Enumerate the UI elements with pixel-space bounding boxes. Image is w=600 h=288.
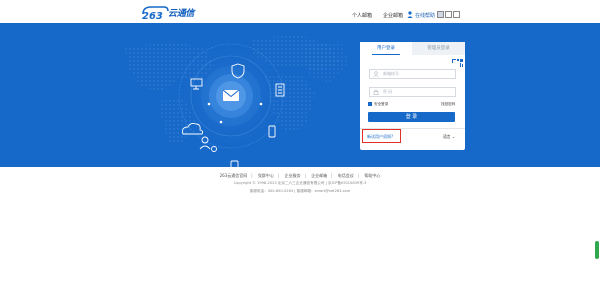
footer-contact: 客服电话：400-650-0263 | 客服邮箱：smart@net263.co… [249,189,351,193]
footer-link-official[interactable]: 263云通信官网 [220,173,248,178]
chevron-down-icon: ⌄ [451,134,455,139]
password-field[interactable]: 密 码 [369,87,456,97]
footer-link-service[interactable]: 企业服务 [285,173,301,178]
username-field[interactable]: 邮箱帐号 [369,69,456,79]
side-feedback-tab[interactable] [595,241,599,259]
footer-copyright: Copyright © 1998-2023 北京二六三企业通信有限公司 | 京I… [233,181,367,185]
login-button[interactable]: 登 录 [368,112,455,122]
language-label: 语言 [443,134,451,139]
footer-links: 263云通信官网 | 党群中心 | 企业服务 | 企业邮箱 | 电话会议 | 帮助中心 [219,173,381,178]
nav-enterprise-mail[interactable]: 企业邮箱 [383,12,403,19]
svg-text:263: 263 [142,11,163,21]
network-illustration [125,35,350,167]
page-root: { "header": { "brand": "云通信", "nav_perso… [0,0,600,288]
nav-online-help[interactable]: 在线帮助 [415,12,435,19]
help-person-icon [407,11,413,18]
active-tab-indicator [372,54,400,55]
footer-link-conference[interactable]: 电话会议 [338,173,354,178]
top-header: 263 云通信 个人邮箱 企业邮箱 在线帮助 [0,0,600,23]
view-toggle-3[interactable] [453,11,460,18]
footer-link-mail[interactable]: 企业邮箱 [311,173,327,178]
mail-icon [222,89,240,101]
user-icon [373,71,379,77]
new-user-link[interactable]: 新试用户须知? [367,134,393,140]
hero-banner [0,23,600,167]
qr-code-icon[interactable] [452,59,463,67]
footer-link-party[interactable]: 党群中心 [258,173,274,178]
view-toggle-1[interactable] [437,11,444,18]
language-select[interactable]: 语言 ⌄ [443,134,455,140]
forgot-password-link[interactable]: 找回密码 [441,102,455,107]
view-toggle-2[interactable] [445,11,452,18]
username-placeholder: 邮箱帐号 [383,71,399,76]
brand-name: 云通信 [168,9,195,19]
password-placeholder: 密 码 [383,89,393,94]
nav-personal-mail[interactable]: 个人邮箱 [352,12,372,19]
tab-admin-login[interactable]: 管理员登录 [412,42,465,55]
footer-link-help[interactable]: 帮助中心 [364,173,380,178]
lock-icon [373,89,379,95]
tablet-icon [230,160,239,167]
secure-login-label: 安全登录 [374,102,389,106]
secure-login-checkbox[interactable] [368,102,372,106]
